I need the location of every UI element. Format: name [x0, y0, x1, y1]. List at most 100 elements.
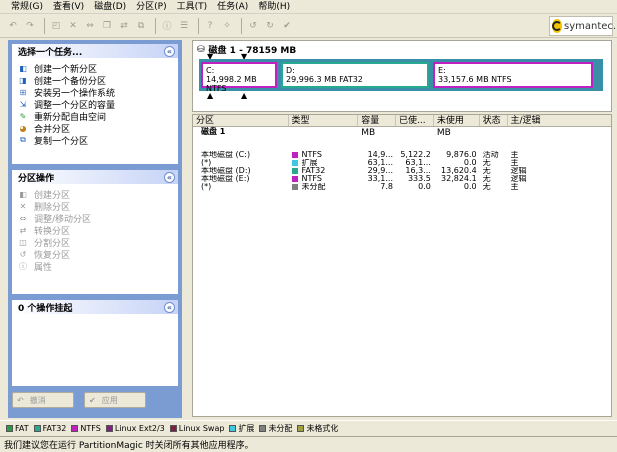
partition-c[interactable]: C: 14,998.2 MB NTFS	[201, 62, 277, 93]
cell-status: 无	[482, 183, 491, 191]
task-merge[interactable]: ◕ 合并分区	[12, 122, 178, 135]
col-status[interactable]: 状态	[480, 115, 508, 126]
cell-capacity: 7.8	[380, 183, 394, 191]
cell-unused: 0.0	[463, 159, 477, 167]
cell-type: 扩展	[289, 159, 359, 167]
cell-used: 0.0	[418, 183, 431, 191]
undo-button[interactable]: ↶ 撤消	[12, 392, 74, 408]
create-icon[interactable]: ◰	[49, 19, 63, 33]
create-partition-icon: ◧	[19, 189, 27, 199]
collapse-icon[interactable]: «	[164, 301, 175, 313]
col-type[interactable]: 类型	[289, 115, 359, 126]
tasks-panel: 选择一个任务... « ◧ 创建一个新分区 ◨ 创建一个备份分区 ⊞ 安装另一个…	[12, 44, 178, 164]
op-recover[interactable]: ↺ 恢复分区	[12, 248, 178, 261]
resize-icon: ⇲	[19, 99, 27, 109]
undo-icon: ↶	[17, 395, 24, 405]
back-icon[interactable]: ↺	[246, 19, 260, 33]
cell-unused: 32,824.1	[441, 175, 477, 183]
col-primary-logical[interactable]: 主/逻辑	[508, 115, 611, 126]
cell-used: 333.5	[407, 175, 431, 183]
merge-icon[interactable]: ⧉	[134, 19, 148, 33]
cell-kind: 主	[510, 183, 519, 191]
apply-icon[interactable]: ✔	[280, 19, 294, 33]
task-resize[interactable]: ⇲ 调整一个分区的容量	[12, 98, 178, 111]
table-row[interactable]: 本地磁盘 (C:) NTFS 14,9... 5,122.2 9,876.0 活动 主	[193, 151, 611, 159]
partition-e[interactable]: E: 33,157.6 MB NTFS	[433, 62, 593, 88]
cell-name: 本地磁盘 (E:)	[201, 175, 250, 183]
task-install-os[interactable]: ⊞ 安装另一个操作系统	[12, 86, 178, 99]
menu-disk[interactable]: 磁盘(D)	[89, 1, 131, 13]
convert-icon: ⇄	[19, 225, 27, 235]
table-row[interactable]: (*) 扩展 63,1... 63,1... 0.0 无 主	[193, 159, 611, 167]
collapse-icon[interactable]: «	[164, 45, 175, 57]
operations-panel-title: 分区操作	[18, 173, 55, 184]
operations-panel-header[interactable]: 分区操作 «	[12, 170, 178, 184]
resize-arrow-icon: ▲	[207, 91, 214, 100]
forward-icon[interactable]: ↻	[263, 19, 277, 33]
redo-icon[interactable]: ↷	[23, 19, 37, 33]
partition-d[interactable]: D: 29,996.3 MB FAT32	[281, 62, 429, 88]
collapse-icon[interactable]: «	[164, 171, 175, 183]
table-row[interactable]: (*) 未分配 7.8 0.0 0.0 无 主	[193, 183, 611, 191]
cell-used: 5,122.2	[400, 151, 431, 159]
task-create-backup[interactable]: ◨ 创建一个备份分区	[12, 74, 178, 87]
task-redistribute[interactable]: ✎ 重新分配自由空间	[12, 110, 178, 123]
copy-icon: ⧉	[20, 135, 26, 144]
undo-icon[interactable]: ↶	[6, 19, 20, 33]
col-partition[interactable]: 分区	[193, 115, 289, 126]
delete-icon[interactable]: ✕	[66, 19, 80, 33]
menu-tools[interactable]: 工具(T)	[172, 1, 213, 13]
task-copy[interactable]: ⧉ 复制一个分区	[12, 134, 178, 147]
tasks-panel-header[interactable]: 选择一个任务... «	[12, 44, 178, 58]
menu-general[interactable]: 常规(G)	[6, 1, 48, 13]
cell-unused: 9,876.0	[446, 151, 477, 159]
properties-icon[interactable]: ☰	[177, 19, 191, 33]
cell-status: 无	[482, 159, 491, 167]
op-resize-move[interactable]: ⇔ 调整/移动分区	[12, 212, 178, 225]
menu-partition[interactable]: 分区(P)	[131, 1, 171, 13]
pending-buttons: ↶ 撤消 ✔ 应用	[12, 392, 178, 408]
op-properties[interactable]: ⓘ 属性	[12, 260, 178, 273]
menu-help[interactable]: 帮助(H)	[253, 1, 295, 13]
filesystem-legend: FAT FAT32 NTFS Linux Ext2/3 Linux Swap 扩展 未分配未…	[0, 420, 617, 435]
legend-swatch	[259, 424, 267, 432]
cell-used: 63,1...	[405, 159, 431, 167]
task-create-partition[interactable]: ◧ 创建一个新分区	[12, 62, 178, 75]
fs-color-swatch	[291, 159, 298, 166]
toolbar-separator	[44, 17, 45, 34]
col-used[interactable]: 已使...	[396, 115, 434, 126]
pending-panel: 0 个操作挂起 «	[12, 300, 178, 386]
cell-status: 无	[482, 167, 491, 175]
pending-panel-header[interactable]: 0 个操作挂起 «	[12, 300, 178, 314]
op-create-partition[interactable]: ◧ 创建分区	[12, 188, 178, 201]
backup-partition-icon: ◨	[19, 75, 27, 85]
op-split[interactable]: ◫ 分割分区	[12, 236, 178, 249]
legend-item: FAT	[6, 424, 29, 433]
partition-table: 分区 类型 容量 MB 已使... 未使用 MB 状态 主/逻辑 磁盘 1 本地…	[192, 114, 612, 417]
cell-capacity: 14,9...	[367, 151, 394, 159]
help-icon[interactable]: ?	[203, 19, 217, 33]
cell-capacity: 33,1...	[367, 175, 394, 183]
apply-button[interactable]: ✔ 应用	[84, 392, 146, 408]
table-row[interactable]: 本地磁盘 (D:) FAT32 29,9... 16,3... 13,620.4 无 逻辑	[193, 167, 611, 175]
op-delete-partition[interactable]: ✕ 删除分区	[12, 200, 178, 213]
install-os-icon: ⊞	[19, 87, 27, 97]
fs-color-swatch	[291, 151, 298, 158]
col-unused[interactable]: 未使用 MB	[434, 115, 480, 138]
op-convert[interactable]: ⇄ 转换分区	[12, 224, 178, 237]
resize-icon[interactable]: ⇔	[83, 19, 97, 33]
cell-type: NTFS	[289, 151, 359, 159]
menu-view[interactable]: 查看(V)	[48, 1, 89, 13]
convert-icon[interactable]: ⇄	[117, 19, 131, 33]
copy-icon[interactable]: ❐	[100, 19, 114, 33]
col-capacity[interactable]: 容量 MB	[358, 115, 397, 138]
table-row[interactable]: 本地磁盘 (E:) NTFS 33,1... 333.5 32,824.1 无 逻辑	[193, 175, 611, 183]
menu-tasks[interactable]: 任务(A)	[212, 1, 253, 13]
wizard-icon[interactable]: ✧	[220, 19, 234, 33]
cell-unused: 13,620.4	[441, 167, 477, 175]
legend-swatch	[6, 424, 13, 432]
symantec-logo: symantec.	[549, 16, 616, 36]
legend-item: NTFS	[71, 424, 101, 433]
info-icon[interactable]: ⓘ	[160, 19, 174, 33]
cell-name: (*)	[201, 183, 212, 191]
